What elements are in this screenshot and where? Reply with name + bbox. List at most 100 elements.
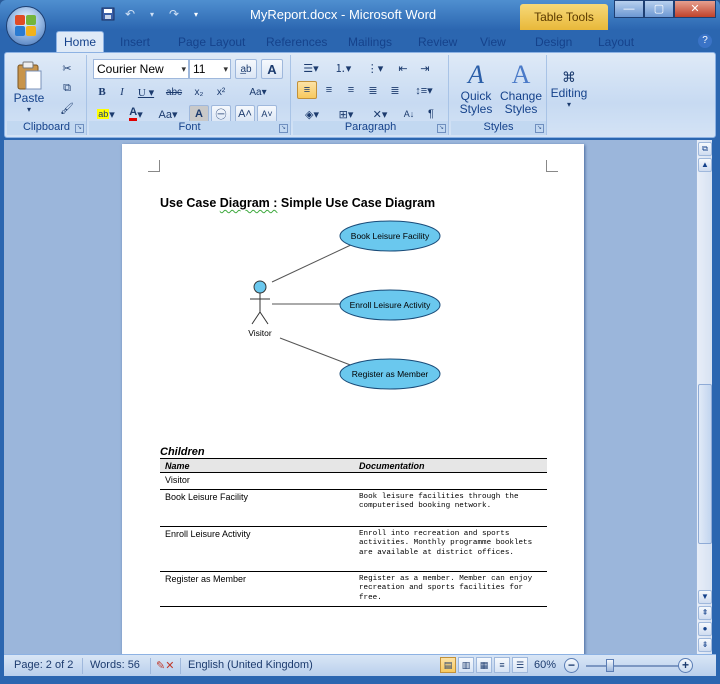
- font-size-combo[interactable]: 11 ▾: [189, 59, 231, 79]
- word-count[interactable]: Words: 56: [90, 659, 140, 671]
- scrollbar-thumb[interactable]: [698, 384, 712, 544]
- cut-icon[interactable]: ✂: [57, 59, 77, 77]
- table-row[interactable]: Register as Member Register as a member.…: [160, 571, 547, 607]
- divider: [150, 658, 151, 674]
- language-indicator[interactable]: English (United Kingdom): [188, 659, 313, 671]
- bullets-icon[interactable]: ☰▾: [297, 59, 325, 77]
- font-launcher-icon[interactable]: ↘: [279, 124, 288, 133]
- table-cell-doc: Register as a member. Member can enjoy r…: [354, 571, 547, 607]
- scroll-down-arrow-icon[interactable]: ▼: [698, 590, 712, 604]
- full-screen-reading-view-icon[interactable]: ▥: [458, 657, 474, 673]
- use-case-label: Book Leisure Facility: [351, 231, 430, 241]
- italic-button[interactable]: I: [113, 83, 131, 101]
- copy-icon[interactable]: ⧉: [57, 79, 77, 97]
- paragraph-launcher-icon[interactable]: ↘: [437, 124, 446, 133]
- line-spacing-icon[interactable]: ↕≡▾: [409, 81, 439, 99]
- redo-icon[interactable]: ↷: [166, 6, 182, 22]
- document-page[interactable]: Use Case Diagram : Simple Use Case Diagr…: [122, 144, 584, 654]
- justify-icon[interactable]: ≣: [363, 81, 383, 99]
- divider: [82, 658, 83, 674]
- children-title: Children: [160, 446, 205, 458]
- distributed-icon[interactable]: ≣: [385, 81, 405, 99]
- zoom-out-icon[interactable]: −: [564, 658, 579, 673]
- ribbon: Paste ▾ ✂ ⧉ 🖌 Clipboard ↘ Courier New ▾ 1…: [4, 52, 716, 138]
- tab-page-layout[interactable]: Page Layout: [174, 32, 249, 52]
- office-button[interactable]: [6, 6, 46, 46]
- align-left-icon[interactable]: ≡: [297, 81, 317, 99]
- quick-styles-button[interactable]: A Quick Styles: [455, 59, 497, 117]
- table-row[interactable]: Enroll Leisure Activity Enroll into recr…: [160, 526, 547, 572]
- styles-launcher-icon[interactable]: ↘: [535, 124, 544, 133]
- superscript-button[interactable]: x²: [211, 83, 231, 101]
- align-center-icon[interactable]: ≡: [319, 81, 339, 99]
- font-group: Courier New ▾ 11 ▾ a̲b A B I U ▾ abc x₂ x²…: [89, 55, 291, 135]
- association-line: [271, 243, 354, 283]
- use-case-book-leisure-facility[interactable]: Book Leisure Facility: [339, 220, 441, 252]
- window-title: MyReport.docx - Microsoft Word: [250, 7, 437, 22]
- outline-view-icon[interactable]: ≡: [494, 657, 510, 673]
- multilevel-list-icon[interactable]: ⋮▾: [361, 59, 389, 77]
- customize-toolbar-icon[interactable]: ▾: [188, 6, 204, 22]
- increase-indent-icon[interactable]: ⇥: [415, 59, 435, 77]
- title-bar: ↶ ▾ ↷ ▾ MyReport.docx - Microsoft Word T…: [0, 0, 720, 30]
- vertical-scrollbar[interactable]: ⧉ ▲ ▼ ⇞ ● ⇟: [696, 140, 712, 654]
- maximize-button[interactable]: ▢: [644, 0, 674, 18]
- column-header-name: Name: [160, 458, 354, 473]
- paste-button[interactable]: Paste ▾: [11, 57, 47, 117]
- underline-button[interactable]: U ▾: [133, 83, 159, 101]
- editing-group: ⌘ Editing ▾: [549, 55, 589, 135]
- table-row[interactable]: Book Leisure Facility Book leisure facil…: [160, 489, 547, 527]
- draft-view-icon[interactable]: ☰: [512, 657, 528, 673]
- help-icon[interactable]: ?: [698, 34, 712, 48]
- next-page-icon[interactable]: ⇟: [698, 638, 712, 652]
- column-header-documentation: Documentation: [354, 458, 547, 473]
- zoom-slider-track[interactable]: [586, 665, 680, 667]
- numbering-icon[interactable]: ⒈▾: [329, 59, 357, 77]
- tab-design[interactable]: Design: [531, 32, 576, 52]
- table-row[interactable]: Visitor: [160, 472, 547, 490]
- tab-mailings[interactable]: Mailings: [344, 32, 396, 52]
- zoom-level[interactable]: 60%: [534, 659, 556, 671]
- use-case-enroll-leisure-activity[interactable]: Enroll Leisure Activity: [339, 289, 441, 321]
- tab-layout[interactable]: Layout: [594, 32, 638, 52]
- editing-button[interactable]: ⌘ Editing ▾: [549, 59, 589, 119]
- proofing-icon[interactable]: ✎✕: [156, 659, 174, 672]
- ruler-toggle-icon[interactable]: ⧉: [698, 142, 712, 156]
- scroll-up-arrow-icon[interactable]: ▲: [698, 158, 712, 172]
- align-right-icon[interactable]: ≡: [341, 81, 361, 99]
- save-icon[interactable]: [100, 6, 116, 22]
- web-layout-view-icon[interactable]: ▦: [476, 657, 492, 673]
- clear-formatting-icon[interactable]: A: [261, 59, 283, 79]
- tab-insert[interactable]: Insert: [116, 32, 154, 52]
- grow-font-icon[interactable]: a̲b: [235, 59, 257, 79]
- undo-dropdown-icon[interactable]: ▾: [144, 6, 160, 22]
- use-case-register-as-member[interactable]: Register as Member: [339, 358, 441, 390]
- clipboard-launcher-icon[interactable]: ↘: [75, 124, 84, 133]
- subscript-button[interactable]: x₂: [189, 83, 209, 101]
- zoom-in-icon[interactable]: +: [678, 658, 693, 673]
- table-header-row: Name Documentation: [160, 458, 547, 473]
- bold-button[interactable]: B: [93, 83, 111, 101]
- undo-icon[interactable]: ↶: [122, 6, 138, 22]
- close-button[interactable]: ✕: [674, 0, 716, 18]
- select-browse-object-icon[interactable]: ●: [698, 622, 712, 636]
- tab-home[interactable]: Home: [56, 31, 104, 53]
- tab-view[interactable]: View: [476, 32, 510, 52]
- print-layout-view-icon[interactable]: ▤: [440, 657, 456, 673]
- minimize-button[interactable]: —: [614, 0, 644, 18]
- font-name-combo[interactable]: Courier New ▾: [93, 59, 189, 79]
- change-styles-button[interactable]: A Change Styles: [499, 59, 543, 117]
- status-bar: Page: 2 of 2 Words: 56 ✎✕ English (Unite…: [4, 654, 716, 676]
- tab-references[interactable]: References: [262, 32, 331, 52]
- previous-page-icon[interactable]: ⇞: [698, 606, 712, 620]
- change-case-icon[interactable]: Aa▾: [235, 83, 281, 101]
- tab-review[interactable]: Review: [414, 32, 461, 52]
- divider: [180, 658, 181, 674]
- styles-group-label: Styles: [451, 121, 546, 135]
- page-count[interactable]: Page: 2 of 2: [14, 659, 73, 671]
- decrease-indent-icon[interactable]: ⇤: [393, 59, 413, 77]
- format-painter-icon[interactable]: 🖌: [57, 99, 77, 117]
- zoom-slider-thumb[interactable]: [606, 659, 614, 672]
- strikethrough-button[interactable]: abc: [161, 83, 187, 101]
- font-group-label: Font: [89, 121, 290, 135]
